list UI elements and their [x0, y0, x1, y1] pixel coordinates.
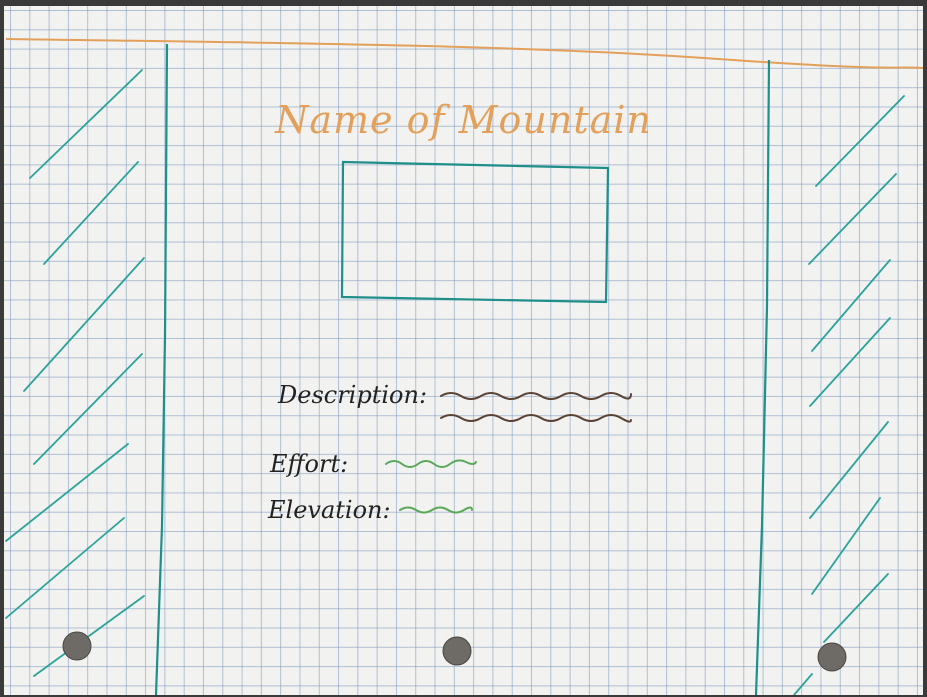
- description-label: Description:: [278, 381, 428, 409]
- effort-label: Effort:: [270, 450, 349, 478]
- left-margin-hatching: [5, 69, 145, 677]
- header-rule: [5, 38, 923, 69]
- mountain-title: Name of Mountain: [275, 98, 652, 142]
- effort-value-squiggle: [385, 459, 477, 468]
- image-placeholder-box: [340, 160, 610, 304]
- right-margin-hatching: [793, 95, 905, 695]
- punch-holes: [62, 631, 847, 672]
- elevation-label: Elevation:: [268, 496, 391, 524]
- description-value-squiggles: [440, 392, 632, 423]
- right-column-border: [754, 59, 771, 695]
- punch-hole-center: [442, 636, 472, 666]
- elevation-value-squiggle: [399, 506, 473, 514]
- sketch-paper: Name of Mountain Description: Effort: El…: [4, 6, 923, 695]
- punch-hole-right: [817, 642, 847, 672]
- punch-hole-left: [62, 631, 92, 661]
